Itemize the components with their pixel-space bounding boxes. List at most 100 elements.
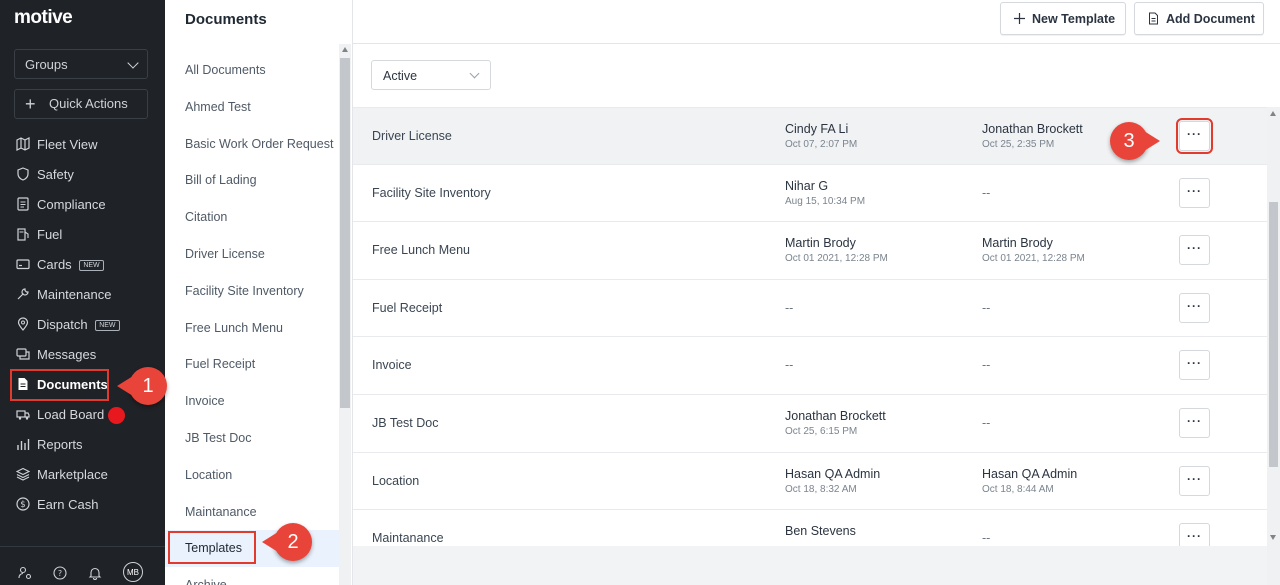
new-template-button[interactable]: New Template [1000,2,1126,35]
sidebar-item-fleet-view[interactable]: Fleet View [0,129,165,159]
modified-by: -- [982,185,991,200]
template-item-basic-work-order-request[interactable]: Basic Work Order Request [165,126,339,163]
template-name[interactable]: Free Lunch Menu [372,243,470,257]
table-row[interactable]: Fuel Receipt -- -- ··· [353,279,1267,338]
shield-icon [17,167,29,181]
table-row[interactable]: Invoice -- -- ··· [353,337,1267,395]
groups-select[interactable]: Groups [14,49,148,79]
document-icon [1149,12,1158,25]
sidebar-item-label: Dispatch [37,317,88,332]
scroll-down-arrow-icon[interactable] [1270,535,1276,540]
content-scrollbar[interactable] [1267,107,1280,585]
more-actions-button[interactable]: ··· [1179,235,1210,266]
created-by: -- [785,300,794,315]
template-name[interactable]: Facility Site Inventory [372,186,491,200]
created-at: Oct 07, 2:07 PM [785,139,858,150]
callout-number: 2 [287,531,299,553]
sidebar-item-dispatch[interactable]: Dispatch NEW [0,309,165,339]
template-item-archive[interactable]: Archive [165,567,339,585]
template-item-templates[interactable]: Templates [165,530,339,568]
new-badge: NEW [95,320,120,331]
more-actions-button[interactable]: ··· [1179,407,1210,438]
scroll-up-arrow-icon[interactable] [1270,111,1276,116]
template-item-free-lunch-menu[interactable]: Free Lunch Menu [165,310,339,347]
help-icon[interactable]: ? [53,566,67,580]
sidebar-item-cards[interactable]: Cards NEW [0,249,165,279]
sidebar-item-safety[interactable]: Safety [0,159,165,189]
sidebar-item-messages[interactable]: Messages [0,339,165,369]
modified-at: Oct 25, 2:35 PM [982,139,1055,150]
status-filter-select[interactable]: Active [371,60,491,90]
add-document-button[interactable]: Add Document [1134,2,1264,35]
templates-scrollbar[interactable] [339,44,351,585]
template-item-location[interactable]: Location [165,457,339,494]
template-item-ahmed-test[interactable]: Ahmed Test [165,89,339,126]
sidebar-item-marketplace[interactable]: Marketplace [0,459,165,489]
page-title: Documents [185,11,267,28]
callout-number: 1 [142,375,154,397]
location-pin-icon [17,317,29,331]
sidebar-item-compliance[interactable]: Compliance [0,189,165,219]
created-at: Aug 15, 10:34 PM [785,195,866,207]
template-item-invoice[interactable]: Invoice [165,383,339,420]
modified-by: -- [982,415,991,430]
template-item-driver-license[interactable]: Driver License [165,236,339,273]
svg-text:$: $ [20,500,25,510]
motive-logo[interactable]: motive [14,7,73,29]
template-item-fuel-receipt[interactable]: Fuel Receipt [165,346,339,383]
sidebar-item-fuel[interactable]: Fuel [0,219,165,249]
fuel-icon [17,228,29,241]
modified-cell: -- [982,294,990,315]
sidebar-nav: Fleet View Safety Compliance Fuel Cards … [0,129,165,519]
sidebar-item-label: Fleet View [37,137,98,152]
table-row[interactable]: Location Hasan QA Admin Oct 18, 8:32 AM H… [353,452,1267,511]
plus-icon [1014,13,1025,24]
scroll-up-arrow-icon[interactable] [342,47,348,52]
more-actions-button[interactable]: ··· [1179,465,1210,496]
created-cell: Nihar G Aug 15, 10:34 PM [785,179,865,207]
scrollbar-thumb[interactable] [1269,202,1278,467]
callout-3: 3 [1110,122,1160,160]
template-name[interactable]: Fuel Receipt [372,301,442,315]
quick-actions-label: Quick Actions [49,96,128,111]
more-actions-button[interactable]: ··· [1179,177,1210,208]
template-item-facility-site-inventory[interactable]: Facility Site Inventory [165,273,339,310]
quick-actions-button[interactable]: + Quick Actions [14,89,148,119]
created-cell: Martin Brody Oct 01 2021, 12:28 PM [785,236,888,264]
avatar[interactable]: MB [123,562,143,582]
modified-cell: -- [982,524,990,545]
template-name[interactable]: Invoice [372,358,412,372]
created-cell: -- [785,294,793,315]
template-item-bill-of-lading[interactable]: Bill of Lading [165,162,339,199]
bell-icon[interactable] [88,566,102,580]
created-cell: -- [785,351,793,372]
template-item-all-documents[interactable]: All Documents [165,52,339,89]
scrollbar-thumb[interactable] [340,58,350,408]
modified-by: Hasan QA Admin [982,466,1078,481]
more-actions-button[interactable]: ··· [1176,118,1213,154]
modified-by: Jonathan Brockett [982,122,1083,136]
created-by: Ben Stevens [785,524,856,539]
sidebar-item-earn-cash[interactable]: $ Earn Cash [0,489,165,519]
template-item-citation[interactable]: Citation [165,199,339,236]
modified-cell: -- [982,351,990,372]
template-name[interactable]: Driver License [372,129,452,143]
template-name[interactable]: JB Test Doc [372,416,438,430]
sidebar-item-maintenance[interactable]: Maintenance [0,279,165,309]
layers-icon [16,467,30,481]
template-item-maintanance[interactable]: Maintanance [165,494,339,531]
more-actions-button[interactable]: ··· [1179,292,1210,323]
sidebar-item-reports[interactable]: Reports [0,429,165,459]
template-name[interactable]: Maintanance [372,531,444,545]
table-row[interactable]: Facility Site Inventory Nihar G Aug 15, 1… [353,164,1267,223]
template-name[interactable]: Location [372,474,419,488]
table-row[interactable]: Free Lunch Menu Martin Brody Oct 01 2021,… [353,222,1267,280]
template-item-jb-test-doc[interactable]: JB Test Doc [165,420,339,457]
card-icon [16,259,30,270]
chevron-down-icon [469,68,480,79]
table-row[interactable]: JB Test Doc Jonathan Brockett Oct 25, 6:1… [353,394,1267,453]
truck-icon [16,410,30,420]
admin-settings-icon[interactable] [18,566,32,580]
status-filter-value: Active [383,69,418,83]
more-actions-button[interactable]: ··· [1179,350,1210,381]
